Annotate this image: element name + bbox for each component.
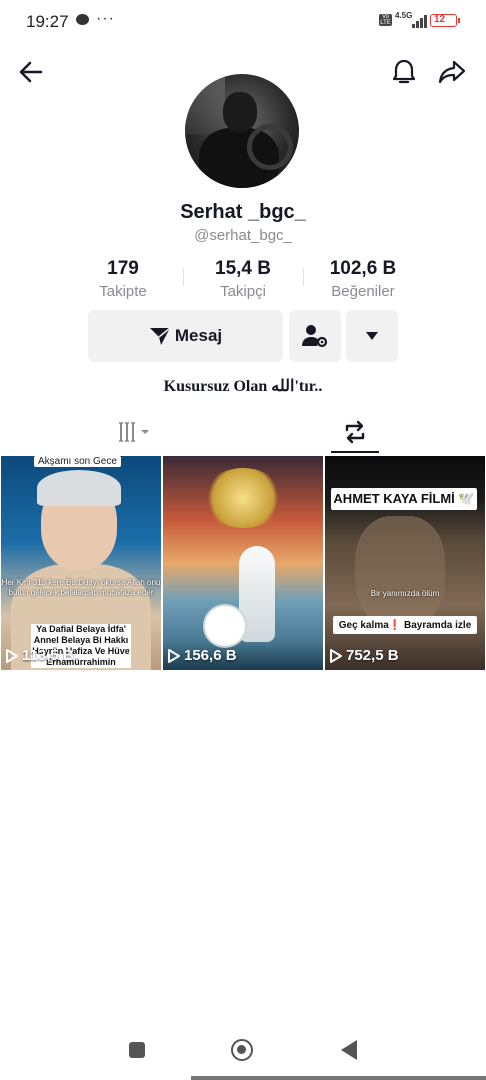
battery-level: 12: [434, 14, 446, 25]
video-subtitle: Bir yanımızda ölüm: [370, 589, 440, 598]
stat-following[interactable]: 179 Takipte: [73, 258, 173, 300]
video-overlay-text: Her Kim 313 kere Bu Duayı okursa Allah o…: [1, 578, 161, 597]
video-note: Geç kalma❗ Bayramda izle: [333, 616, 477, 634]
system-back-button[interactable]: [341, 1040, 357, 1060]
more-notifications-icon: ···: [96, 10, 115, 27]
share-button[interactable]: [435, 55, 469, 89]
stat-followers[interactable]: 15,4 B Takipçi: [193, 258, 293, 300]
back-button[interactable]: [14, 55, 48, 89]
stat-likes[interactable]: 102,6 B Beğeniler: [313, 258, 413, 300]
follow-settings-button[interactable]: [289, 310, 341, 362]
stat-followers-value: 15,4 B: [215, 258, 271, 279]
notifications-button[interactable]: [387, 55, 421, 89]
volte-icon: Vo LTE: [379, 14, 392, 26]
message-button-label: Mesaj: [174, 326, 223, 345]
status-time: 19:27: [26, 12, 69, 31]
stat-followers-label: Takipçi: [220, 283, 266, 300]
stat-divider: [303, 268, 304, 286]
video-title: AHMET KAYA FİLMİ 🕊️: [331, 488, 477, 510]
play-icon: [330, 648, 342, 663]
bio-text: Kusursuz Olan الله'tır..: [163, 378, 323, 395]
view-count-value: 156,6 B: [184, 647, 237, 664]
video-thumbnail[interactable]: Akşamı son Gece Her Kim 313 kere Bu Duay…: [1, 456, 161, 670]
avatar[interactable]: [185, 74, 299, 188]
home-indicator: [191, 1076, 486, 1080]
play-icon: [6, 648, 18, 663]
status-bar: 19:27 ··· Vo LTE 4.5G 12: [0, 0, 486, 44]
send-icon: [149, 327, 171, 345]
video-caption-top: Akşamı son Gece: [34, 456, 121, 467]
stat-following-label: Takipte: [99, 283, 147, 300]
share-arrow-icon: [438, 60, 466, 84]
user-settings-icon: [302, 325, 328, 348]
stat-divider: [183, 268, 184, 286]
video-thumbnail[interactable]: 156,6 B: [163, 456, 323, 670]
view-count-value: 113,5 B: [22, 647, 74, 664]
stat-following-value: 179: [107, 258, 139, 279]
view-count: 752,5 B: [329, 647, 399, 664]
tab-reposts[interactable]: [330, 410, 380, 454]
stat-likes-label: Beğeniler: [331, 283, 395, 300]
view-count: 156,6 B: [167, 647, 237, 664]
grid-bars-icon: [119, 422, 149, 442]
battery-icon: 12: [430, 14, 460, 27]
bell-icon: [392, 59, 416, 84]
tab-videos[interactable]: [100, 410, 170, 454]
recent-apps-button[interactable]: [129, 1042, 145, 1058]
repost-icon: [345, 420, 365, 444]
suggested-accounts-button[interactable]: [346, 310, 398, 362]
arrow-left-icon: [19, 61, 43, 83]
tab-selected-indicator: [331, 451, 379, 453]
view-count: 113,5 B: [5, 647, 74, 664]
video-thumbnail[interactable]: AHMET KAYA FİLMİ 🕊️ Bir yanımızda ölüm G…: [325, 456, 485, 670]
play-icon: [168, 648, 180, 663]
view-count-value: 752,5 B: [346, 647, 399, 664]
caret-down-icon: [366, 332, 378, 340]
stat-likes-value: 102,6 B: [329, 258, 397, 279]
home-button[interactable]: [231, 1039, 253, 1061]
network-type: 4.5G: [395, 11, 413, 20]
username: @serhat_bgc_: [194, 227, 292, 244]
display-name: Serhat _bgc_: [180, 201, 306, 223]
chat-notification-icon: [76, 14, 89, 25]
signal-icon: [412, 14, 428, 28]
system-nav-bar: [0, 1030, 486, 1080]
message-button[interactable]: Mesaj: [88, 310, 283, 362]
